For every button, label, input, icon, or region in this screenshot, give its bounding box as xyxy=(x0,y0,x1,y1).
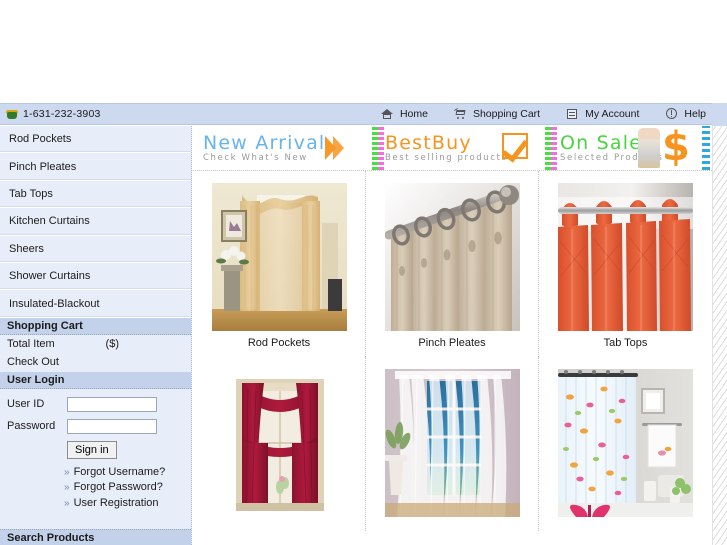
shopper-photo xyxy=(638,128,660,168)
product-cell-sheers[interactable] xyxy=(366,357,539,531)
sidebar-item-label: Insulated-Blackout xyxy=(9,297,100,310)
top-nav: Home Shopping Cart My Account Help xyxy=(368,108,727,120)
password-row: Password xyxy=(0,418,191,434)
blank-top-area xyxy=(0,0,727,103)
forgot-password-link[interactable]: » Forgot Password? xyxy=(64,481,191,493)
nav-shopping-cart[interactable]: Shopping Cart xyxy=(441,108,553,120)
chevron-arrows-icon xyxy=(325,132,351,164)
cart-total-value: ($) xyxy=(105,337,119,350)
nav-help[interactable]: Help xyxy=(652,108,719,120)
sidebar-item-label: Tab Tops xyxy=(9,187,53,200)
signin-wrap: Sign in xyxy=(0,440,191,459)
sidebar-item-shower-curtains[interactable]: Shower Curtains xyxy=(0,262,191,291)
user-id-label: User ID xyxy=(7,398,45,411)
phone-number: 1-631-232-3903 xyxy=(23,108,101,120)
squiggle-divider-1 xyxy=(372,126,386,170)
product-cell-kitchen-curtains[interactable] xyxy=(193,357,366,531)
product-caption: Pinch Pleates xyxy=(418,337,486,349)
checkmark-icon xyxy=(502,133,528,159)
sidebar-item-label: Shower Curtains xyxy=(9,270,91,283)
nav-help-label: Help xyxy=(684,108,706,120)
user-id-input[interactable] xyxy=(67,396,157,412)
sidebar-item-pinch-pleates[interactable]: Pinch Pleates xyxy=(0,153,191,181)
dollar-sign-icon: $ xyxy=(636,126,712,170)
password-input[interactable] xyxy=(67,418,157,434)
cart-icon xyxy=(453,108,467,120)
orange-tab-top-curtain-photo xyxy=(558,183,693,331)
nav-home-label: Home xyxy=(399,108,428,120)
burgundy-kitchen-curtain-photo xyxy=(211,369,347,517)
cart-total-row: Total Item ($) xyxy=(0,335,191,353)
bullet-icon: » xyxy=(64,482,70,494)
cart-total-label: Total Item xyxy=(7,337,55,350)
page-edge-top xyxy=(712,103,727,126)
sign-in-button[interactable]: Sign in xyxy=(67,440,117,459)
link-label: Forgot Password? xyxy=(73,481,163,494)
home-icon xyxy=(380,108,394,120)
butterfly-shower-curtain-photo xyxy=(558,369,693,517)
password-label: Password xyxy=(7,420,56,433)
main-content: New Arrival Check What's New BestBuy Bes… xyxy=(193,126,712,545)
gold-sheer-curtain-photo xyxy=(211,183,347,331)
product-cell-pinch-pleates[interactable]: Pinch Pleates xyxy=(366,171,539,357)
product-grid: Rod Pockets Pinch Pleates Tab Tops xyxy=(193,171,712,531)
nav-my-account[interactable]: My Account xyxy=(553,108,652,120)
login-links: » Forgot Username? » Forgot Password? » … xyxy=(0,466,191,509)
sidebar-item-insulated-blackout[interactable]: Insulated-Blackout xyxy=(0,290,191,318)
page-root: 1-631-232-3903 Home Shopping Cart My Acc… xyxy=(0,0,727,545)
product-cell-rod-pockets[interactable]: Rod Pockets xyxy=(193,171,366,357)
sidebar-item-label: Sheers xyxy=(9,242,44,255)
account-icon xyxy=(566,108,579,120)
phone-icon xyxy=(6,109,18,120)
search-products-heading: Search Products xyxy=(0,529,191,545)
product-cell-tab-tops[interactable]: Tab Tops xyxy=(539,171,712,357)
page-edge-hatch xyxy=(712,126,727,545)
sidebar-item-label: Kitchen Curtains xyxy=(9,215,90,228)
product-caption: Rod Pockets xyxy=(247,337,311,349)
shopping-cart-heading: Shopping Cart xyxy=(0,317,191,335)
bullet-icon: » xyxy=(64,466,70,478)
nav-home[interactable]: Home xyxy=(368,108,441,120)
bullet-icon: » xyxy=(64,497,70,509)
sidebar-item-rod-pockets[interactable]: Rod Pockets xyxy=(0,126,191,154)
product-caption: Tab Tops xyxy=(603,337,648,349)
login-form: User ID Password Sign in » Forgot Userna… xyxy=(0,389,191,517)
sidebar: Rod Pockets Pinch Pleates Tab Tops Kitch… xyxy=(0,126,192,545)
squiggle-divider-2 xyxy=(545,126,559,170)
nav-cart-label: Shopping Cart xyxy=(472,108,541,120)
dollar-glyph: $ xyxy=(662,126,690,170)
nav-account-label: My Account xyxy=(585,108,640,120)
sidebar-item-sheers[interactable]: Sheers xyxy=(0,235,191,263)
check-out-label: Check Out xyxy=(7,356,59,369)
sidebar-item-kitchen-curtains[interactable]: Kitchen Curtains xyxy=(0,208,191,236)
user-login-heading: User Login xyxy=(0,371,191,389)
sidebar-item-tab-tops[interactable]: Tab Tops xyxy=(0,180,191,209)
sidebar-item-label: Rod Pockets xyxy=(9,133,72,146)
link-label: User Registration xyxy=(73,496,159,509)
white-sheer-window-curtain-photo xyxy=(384,369,520,517)
help-icon xyxy=(665,108,678,120)
top-utility-bar: 1-631-232-3903 Home Shopping Cart My Acc… xyxy=(0,103,727,125)
forgot-username-link[interactable]: » Forgot Username? xyxy=(64,466,191,478)
user-id-row: User ID xyxy=(0,396,191,412)
promo-bestbuy[interactable]: BestBuy Best selling products xyxy=(375,126,550,170)
pleated-curtain-rod-rings-photo xyxy=(384,183,520,331)
promo-new-arrival[interactable]: New Arrival Check What's New xyxy=(193,126,375,170)
product-row: Rod Pockets Pinch Pleates Tab Tops xyxy=(193,171,712,357)
link-label: Forgot Username? xyxy=(73,465,166,478)
product-cell-shower-curtains[interactable] xyxy=(539,357,712,531)
check-out-link[interactable]: Check Out xyxy=(0,353,191,372)
product-row xyxy=(193,357,712,531)
phone-block: 1-631-232-3903 xyxy=(0,108,101,120)
user-registration-link[interactable]: » User Registration xyxy=(64,497,191,509)
sidebar-item-label: Pinch Pleates xyxy=(9,160,77,173)
promo-banner-strip: New Arrival Check What's New BestBuy Bes… xyxy=(193,126,712,171)
blue-wave-divider xyxy=(702,126,710,170)
